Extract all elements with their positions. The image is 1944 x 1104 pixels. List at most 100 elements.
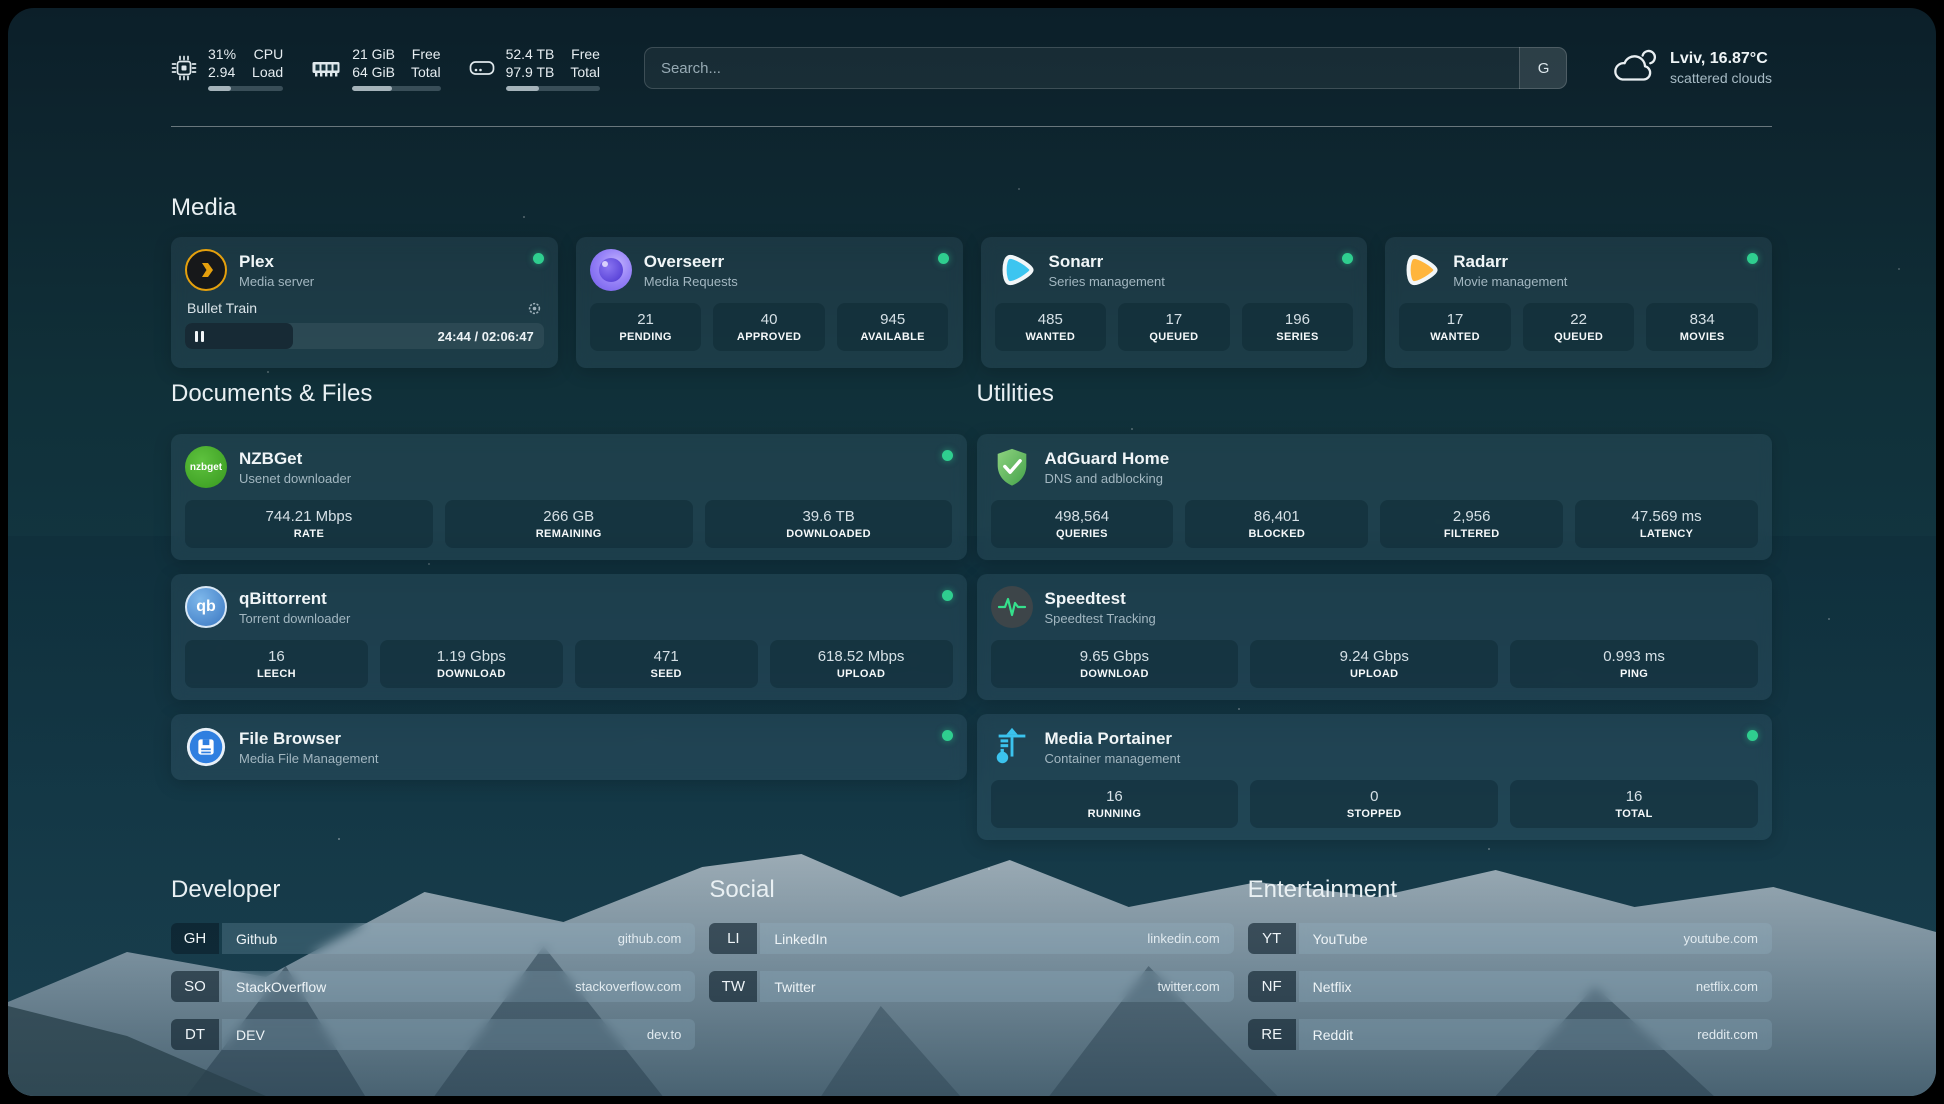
bookmark-group-entertainment: Entertainment YT YouTube youtube.com NF …: [1248, 876, 1772, 1067]
status-dot: [533, 253, 544, 264]
service-card-radarr[interactable]: Radarr Movie management 17 WANTED 22 QUE…: [1385, 237, 1772, 368]
stat-block: 834 MOVIES: [1646, 303, 1758, 351]
disk-total-value: 97.9 TB: [506, 63, 555, 81]
service-card-filebrowser[interactable]: File Browser Media File Management: [171, 714, 967, 780]
stat-block: 1.19 Gbps DOWNLOAD: [380, 640, 563, 688]
status-dot: [1342, 253, 1353, 264]
bookmark-url: reddit.com: [1697, 1027, 1758, 1042]
cpu-progress-fill: [208, 86, 231, 91]
section-heading-documents: Documents & Files: [171, 380, 967, 408]
search-provider-button[interactable]: G: [1519, 47, 1567, 89]
bookmark-github[interactable]: GH Github github.com: [171, 923, 695, 954]
bookmark-name: YouTube: [1313, 931, 1368, 947]
bookmark-twitter[interactable]: TW Twitter twitter.com: [709, 971, 1233, 1002]
search-bar: G: [644, 47, 1567, 89]
resource-widget-cpu: 31% 2.94 CPU Load: [171, 45, 283, 91]
bookmark-abbr: SO: [171, 971, 219, 1002]
bookmark-url: netflix.com: [1696, 979, 1758, 994]
service-card-qbittorrent[interactable]: qb qBittorrent Torrent downloader 16 LEE…: [171, 574, 967, 700]
service-description: DNS and adblocking: [1045, 471, 1759, 486]
stat-block: 17 QUEUED: [1118, 303, 1230, 351]
memory-total-label: Total: [411, 63, 441, 81]
service-description: Usenet downloader: [239, 471, 930, 486]
bookmark-abbr: NF: [1248, 971, 1296, 1002]
bookmark-netflix[interactable]: NF Netflix netflix.com: [1248, 971, 1772, 1002]
bookmark-abbr: LI: [709, 923, 757, 954]
bookmark-group-developer: Developer GH Github github.com SO StackO…: [171, 876, 695, 1067]
stat-block: 9.65 Gbps DOWNLOAD: [991, 640, 1239, 688]
pause-icon[interactable]: [195, 331, 204, 342]
cpu-progress-bar: [208, 86, 283, 91]
stat-block: 471 SEED: [575, 640, 758, 688]
service-name: Sonarr: [1049, 252, 1331, 272]
stat-block: 47.569 ms LATENCY: [1575, 500, 1758, 548]
bookmark-name: Github: [236, 931, 277, 947]
bookmark-name: StackOverflow: [236, 979, 326, 995]
stat-block: 86,401 BLOCKED: [1185, 500, 1368, 548]
cpu-icon: [171, 55, 197, 81]
weather-widget[interactable]: Lviv, 16.87°C scattered clouds: [1611, 48, 1772, 88]
cpu-usage-value: 31%: [208, 45, 236, 63]
adguard-icon: [991, 446, 1033, 488]
cpu-usage-label: CPU: [252, 45, 283, 63]
stat-block: 16 TOTAL: [1510, 780, 1758, 828]
bookmark-name: DEV: [236, 1027, 265, 1043]
service-card-sonarr[interactable]: Sonarr Series management 485 WANTED 17 Q…: [981, 237, 1368, 368]
dashboard: 31% 2.94 CPU Load: [8, 8, 1936, 1096]
bookmark-url: dev.to: [647, 1027, 681, 1042]
section-heading-social: Social: [709, 876, 1233, 904]
service-card-plex[interactable]: Plex Media server Bullet Train: [171, 237, 558, 368]
bookmark-stackoverflow[interactable]: SO StackOverflow stackoverflow.com: [171, 971, 695, 1002]
disk-progress-bar: [506, 86, 600, 91]
resource-widget-disk: 52.4 TB 97.9 TB Free Total: [469, 45, 600, 91]
stat-block: 498,564 QUERIES: [991, 500, 1174, 548]
filebrowser-icon: [185, 726, 227, 768]
section-heading-media: Media: [171, 194, 236, 222]
bookmark-youtube[interactable]: YT YouTube youtube.com: [1248, 923, 1772, 954]
service-card-overseerr[interactable]: Overseerr Media Requests 21 PENDING 40 A…: [576, 237, 963, 368]
bookmark-url: twitter.com: [1158, 979, 1220, 994]
service-description: Speedtest Tracking: [1045, 611, 1759, 626]
portainer-icon: [991, 726, 1033, 768]
service-card-speedtest[interactable]: Speedtest Speedtest Tracking 9.65 Gbps D…: [977, 574, 1773, 700]
playback-progress-fill: [185, 323, 293, 349]
stat-block: 17 WANTED: [1399, 303, 1511, 351]
bookmark-dev[interactable]: DT DEV dev.to: [171, 1019, 695, 1050]
status-dot: [942, 590, 953, 601]
weather-location-temp: Lviv, 16.87°C: [1670, 50, 1772, 68]
service-name: File Browser: [239, 729, 930, 749]
service-card-adguard[interactable]: AdGuard Home DNS and adblocking 498,564 …: [977, 434, 1773, 560]
status-dot: [938, 253, 949, 264]
service-name: AdGuard Home: [1045, 449, 1759, 469]
service-card-portainer[interactable]: Media Portainer Container management 16 …: [977, 714, 1773, 840]
section-heading-developer: Developer: [171, 876, 695, 904]
service-name: NZBGet: [239, 449, 930, 469]
stat-block: 196 SERIES: [1242, 303, 1354, 351]
stat-block: 2,956 FILTERED: [1380, 500, 1563, 548]
playback-time: 24:44 / 02:06:47: [438, 323, 534, 349]
gear-icon[interactable]: [527, 301, 542, 316]
bookmark-linkedin[interactable]: LI LinkedIn linkedin.com: [709, 923, 1233, 954]
stat-block: 266 GB REMAINING: [445, 500, 693, 548]
bookmark-abbr: YT: [1248, 923, 1296, 954]
search-input[interactable]: [644, 47, 1567, 89]
utilities-column: AdGuard Home DNS and adblocking 498,564 …: [977, 434, 1773, 840]
bookmark-name: LinkedIn: [774, 931, 827, 947]
memory-free-label: Free: [411, 45, 441, 63]
qbittorrent-icon: qb: [185, 586, 227, 628]
disk-total-label: Total: [570, 63, 600, 81]
bookmark-reddit[interactable]: RE Reddit reddit.com: [1248, 1019, 1772, 1050]
stat-block: 0.993 ms PING: [1510, 640, 1758, 688]
memory-free-value: 21 GiB: [352, 45, 395, 63]
documents-column: nzbget NZBGet Usenet downloader 744.21 M…: [171, 434, 967, 780]
bookmark-name: Twitter: [774, 979, 815, 995]
topbar-divider: [171, 126, 1772, 127]
service-name: Overseerr: [644, 252, 926, 272]
service-description: Media server: [239, 274, 521, 289]
bookmark-url: linkedin.com: [1147, 931, 1219, 946]
memory-progress-fill: [352, 86, 392, 91]
service-name: Radarr: [1453, 252, 1735, 272]
stat-block: 485 WANTED: [995, 303, 1107, 351]
nzbget-icon: nzbget: [185, 446, 227, 488]
service-card-nzbget[interactable]: nzbget NZBGet Usenet downloader 744.21 M…: [171, 434, 967, 560]
